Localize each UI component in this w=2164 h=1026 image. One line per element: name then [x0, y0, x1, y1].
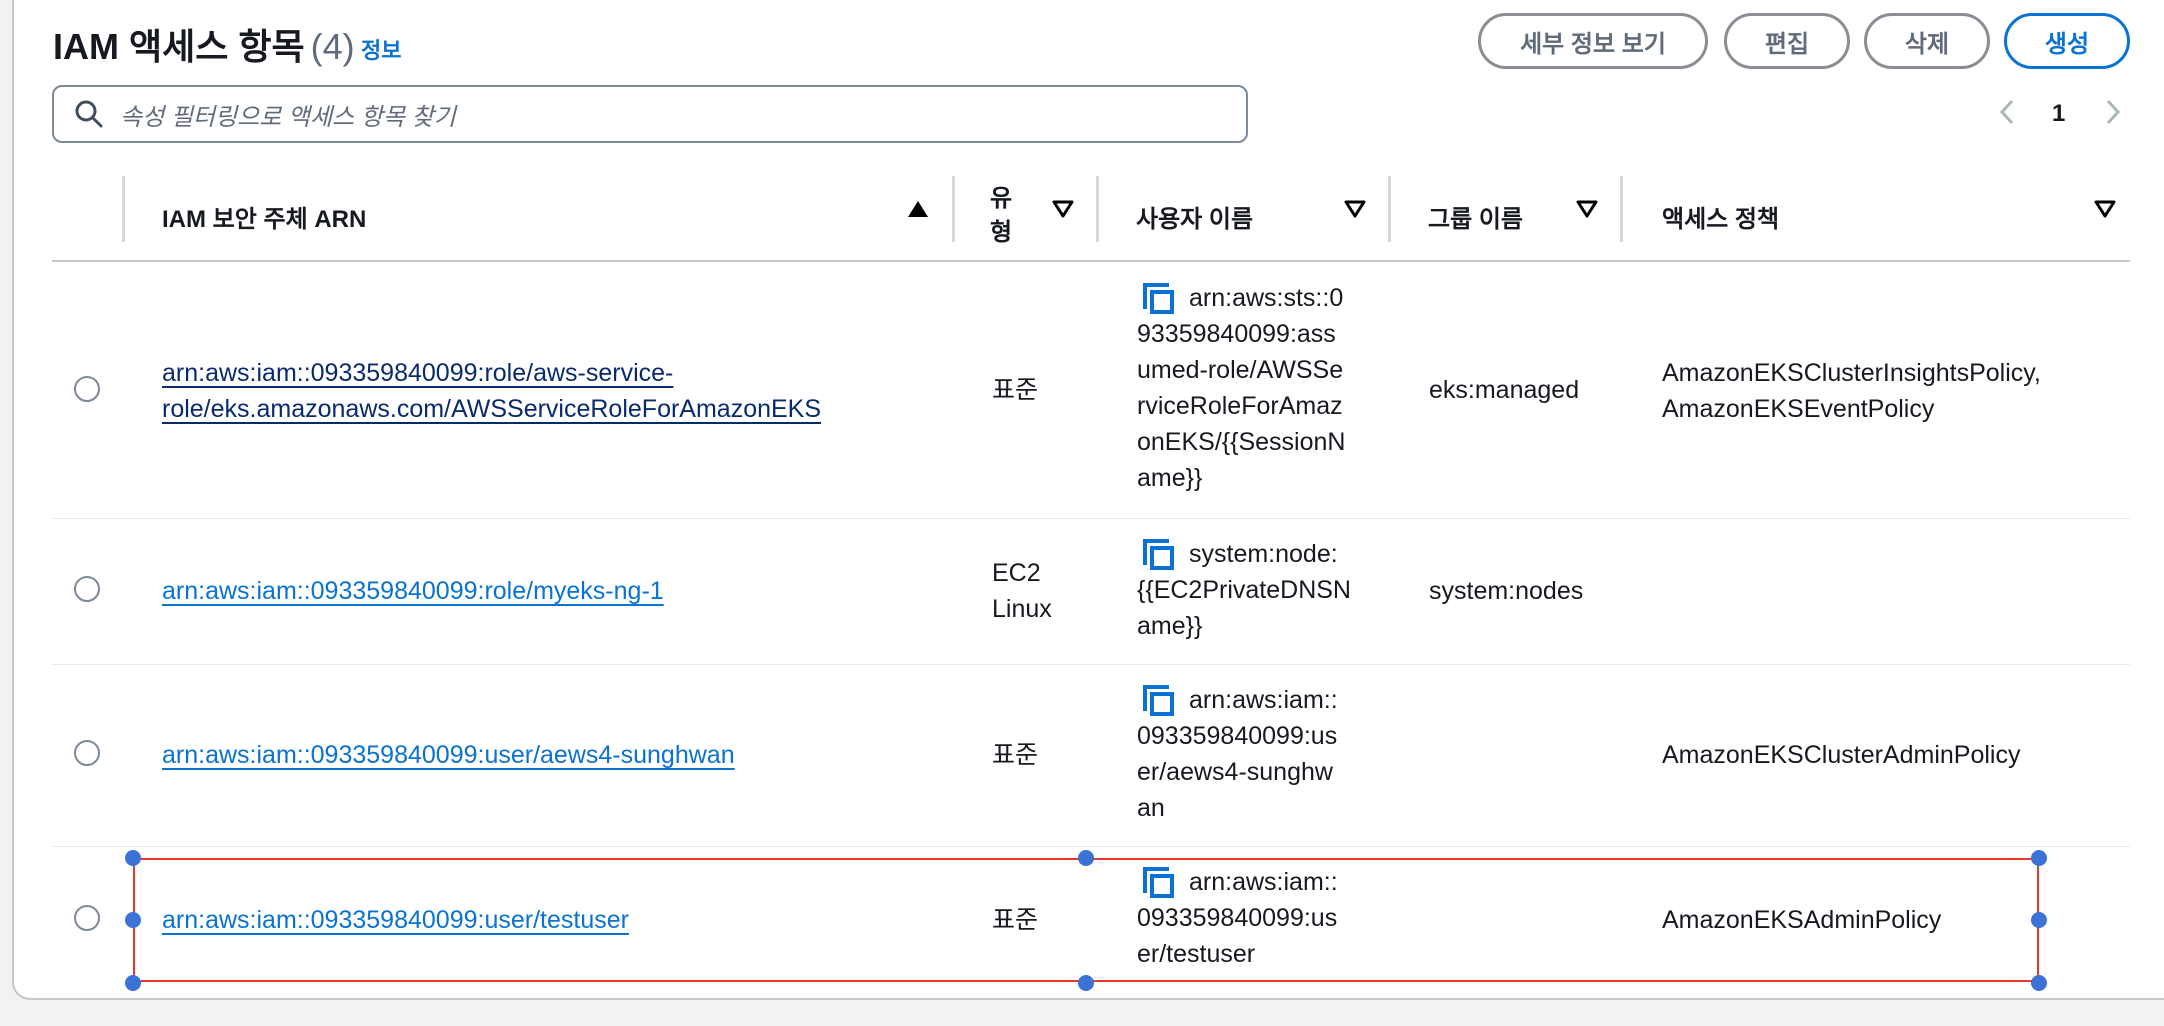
- column-divider: [1388, 176, 1391, 242]
- type-text: Linux: [992, 595, 1052, 623]
- type-text: EC2: [992, 559, 1041, 587]
- arn-text: role/eks.amazonaws.com/AWSServiceRoleFor…: [162, 395, 822, 423]
- policy-cell: AmazonEKSClusterAdminPolicy: [1662, 741, 2021, 769]
- resize-handle[interactable]: [2031, 912, 2047, 928]
- info-link[interactable]: 정보: [361, 33, 401, 65]
- delete-button[interactable]: 삭제: [1864, 13, 1990, 69]
- group-cell: system:nodes: [1429, 577, 1584, 605]
- view-details-button[interactable]: 세부 정보 보기: [1478, 13, 1708, 69]
- username-line: onEKS/{{SessionN: [1137, 428, 1346, 456]
- column-header-username[interactable]: 사용자 이름: [1136, 172, 1253, 260]
- username-line: ame}}: [1137, 464, 1203, 492]
- type-cell: EC2 Linux: [992, 555, 1052, 627]
- sort-ascending-icon[interactable]: [907, 200, 929, 218]
- resize-handle[interactable]: [1078, 850, 1094, 866]
- create-button[interactable]: 생성: [2004, 13, 2130, 69]
- search-icon: [75, 100, 103, 128]
- search-input[interactable]: 속성 필터링으로 액세스 항목 찾기: [52, 85, 1248, 143]
- arn-link[interactable]: arn:aws:iam::093359840099:user/aews4-sun…: [162, 737, 735, 773]
- username-line: arn:aws:sts::0: [1189, 284, 1344, 312]
- title-text: IAM 액세스 항목: [53, 26, 305, 67]
- row-select-radio[interactable]: [74, 740, 100, 766]
- username-line: ame}}: [1137, 612, 1203, 640]
- type-cell: 표준: [992, 376, 1039, 404]
- type-cell: 표준: [992, 741, 1039, 769]
- arn-text: arn:aws:iam::093359840099:user/aews4-sun…: [162, 741, 735, 769]
- entry-count: (4): [310, 26, 355, 67]
- column-header-policy[interactable]: 액세스 정책: [1662, 172, 1779, 260]
- prev-page-button[interactable]: [1998, 98, 2016, 133]
- policy-text: AmazonEKSEventPolicy: [1662, 395, 1935, 423]
- username-line: er/aews4-sunghw: [1137, 758, 1333, 786]
- username-cell: arn:aws:sts::0 93359840099:ass umed-role…: [1137, 280, 1345, 496]
- column-divider: [122, 176, 125, 242]
- username-line: rviceRoleForAmaz: [1137, 392, 1343, 420]
- username-line: 093359840099:us: [1137, 722, 1338, 750]
- sort-caret-icon[interactable]: [1576, 200, 1598, 218]
- page-number[interactable]: 1: [2052, 100, 2065, 128]
- arn-text: arn:aws:iam::093359840099:role/myeks-ng-…: [162, 577, 664, 605]
- edit-button[interactable]: 편집: [1724, 13, 1850, 69]
- row-select-radio[interactable]: [74, 905, 100, 931]
- column-header-type[interactable]: 유 형: [990, 172, 1012, 260]
- policy-text: AmazonEKSClusterInsightsPolicy,: [1662, 359, 2041, 387]
- sort-caret-icon[interactable]: [2094, 200, 2116, 218]
- username-cell: arn:aws:iam:: 093359840099:us er/aews4-s…: [1137, 682, 1338, 826]
- chevron-left-icon: [1999, 99, 2014, 125]
- search-placeholder: 속성 필터링으로 액세스 항목 찾기: [120, 103, 456, 131]
- column-divider: [1620, 176, 1623, 242]
- resize-handle[interactable]: [1078, 975, 1094, 991]
- resize-handle[interactable]: [125, 912, 141, 928]
- policy-cell: AmazonEKSClusterInsightsPolicy, AmazonEK…: [1662, 355, 2041, 427]
- column-divider: [1096, 176, 1099, 242]
- next-page-button[interactable]: [2104, 98, 2122, 133]
- sort-caret-icon[interactable]: [1344, 200, 1366, 218]
- username-line: umed-role/AWSSe: [1137, 356, 1344, 384]
- resize-handle[interactable]: [125, 850, 141, 866]
- type-header-line1: 유: [990, 185, 1013, 212]
- arn-link[interactable]: arn:aws:iam::093359840099:role/aws-servi…: [162, 355, 821, 427]
- username-line: system:node:: [1189, 540, 1338, 568]
- page-title: IAM 액세스 항목 (4): [53, 18, 355, 70]
- group-cell: eks:managed: [1429, 376, 1580, 404]
- arn-link[interactable]: arn:aws:iam::093359840099:role/myeks-ng-…: [162, 573, 664, 609]
- username-line: {{EC2PrivateDNSN: [1137, 576, 1351, 604]
- sort-caret-icon[interactable]: [1052, 200, 1074, 218]
- resize-handle[interactable]: [2031, 975, 2047, 991]
- username-cell: system:node: {{EC2PrivateDNSN ame}}: [1137, 536, 1351, 644]
- arn-text: arn:aws:iam::093359840099:role/aws-servi…: [162, 359, 674, 387]
- row-select-radio[interactable]: [74, 576, 100, 602]
- column-divider: [952, 176, 955, 242]
- row-select-radio[interactable]: [74, 376, 100, 402]
- column-header-group[interactable]: 그룹 이름: [1428, 172, 1523, 260]
- column-header-arn[interactable]: IAM 보안 주체 ARN: [162, 172, 366, 260]
- type-header-line2: 형: [990, 219, 1013, 246]
- chevron-right-icon: [2106, 99, 2121, 125]
- username-line: arn:aws:iam::: [1189, 686, 1338, 714]
- resize-handle[interactable]: [125, 975, 141, 991]
- resize-handle[interactable]: [2031, 850, 2047, 866]
- username-line: an: [1137, 794, 1165, 822]
- selection-box: [133, 858, 2039, 982]
- username-line: 93359840099:ass: [1137, 320, 1336, 348]
